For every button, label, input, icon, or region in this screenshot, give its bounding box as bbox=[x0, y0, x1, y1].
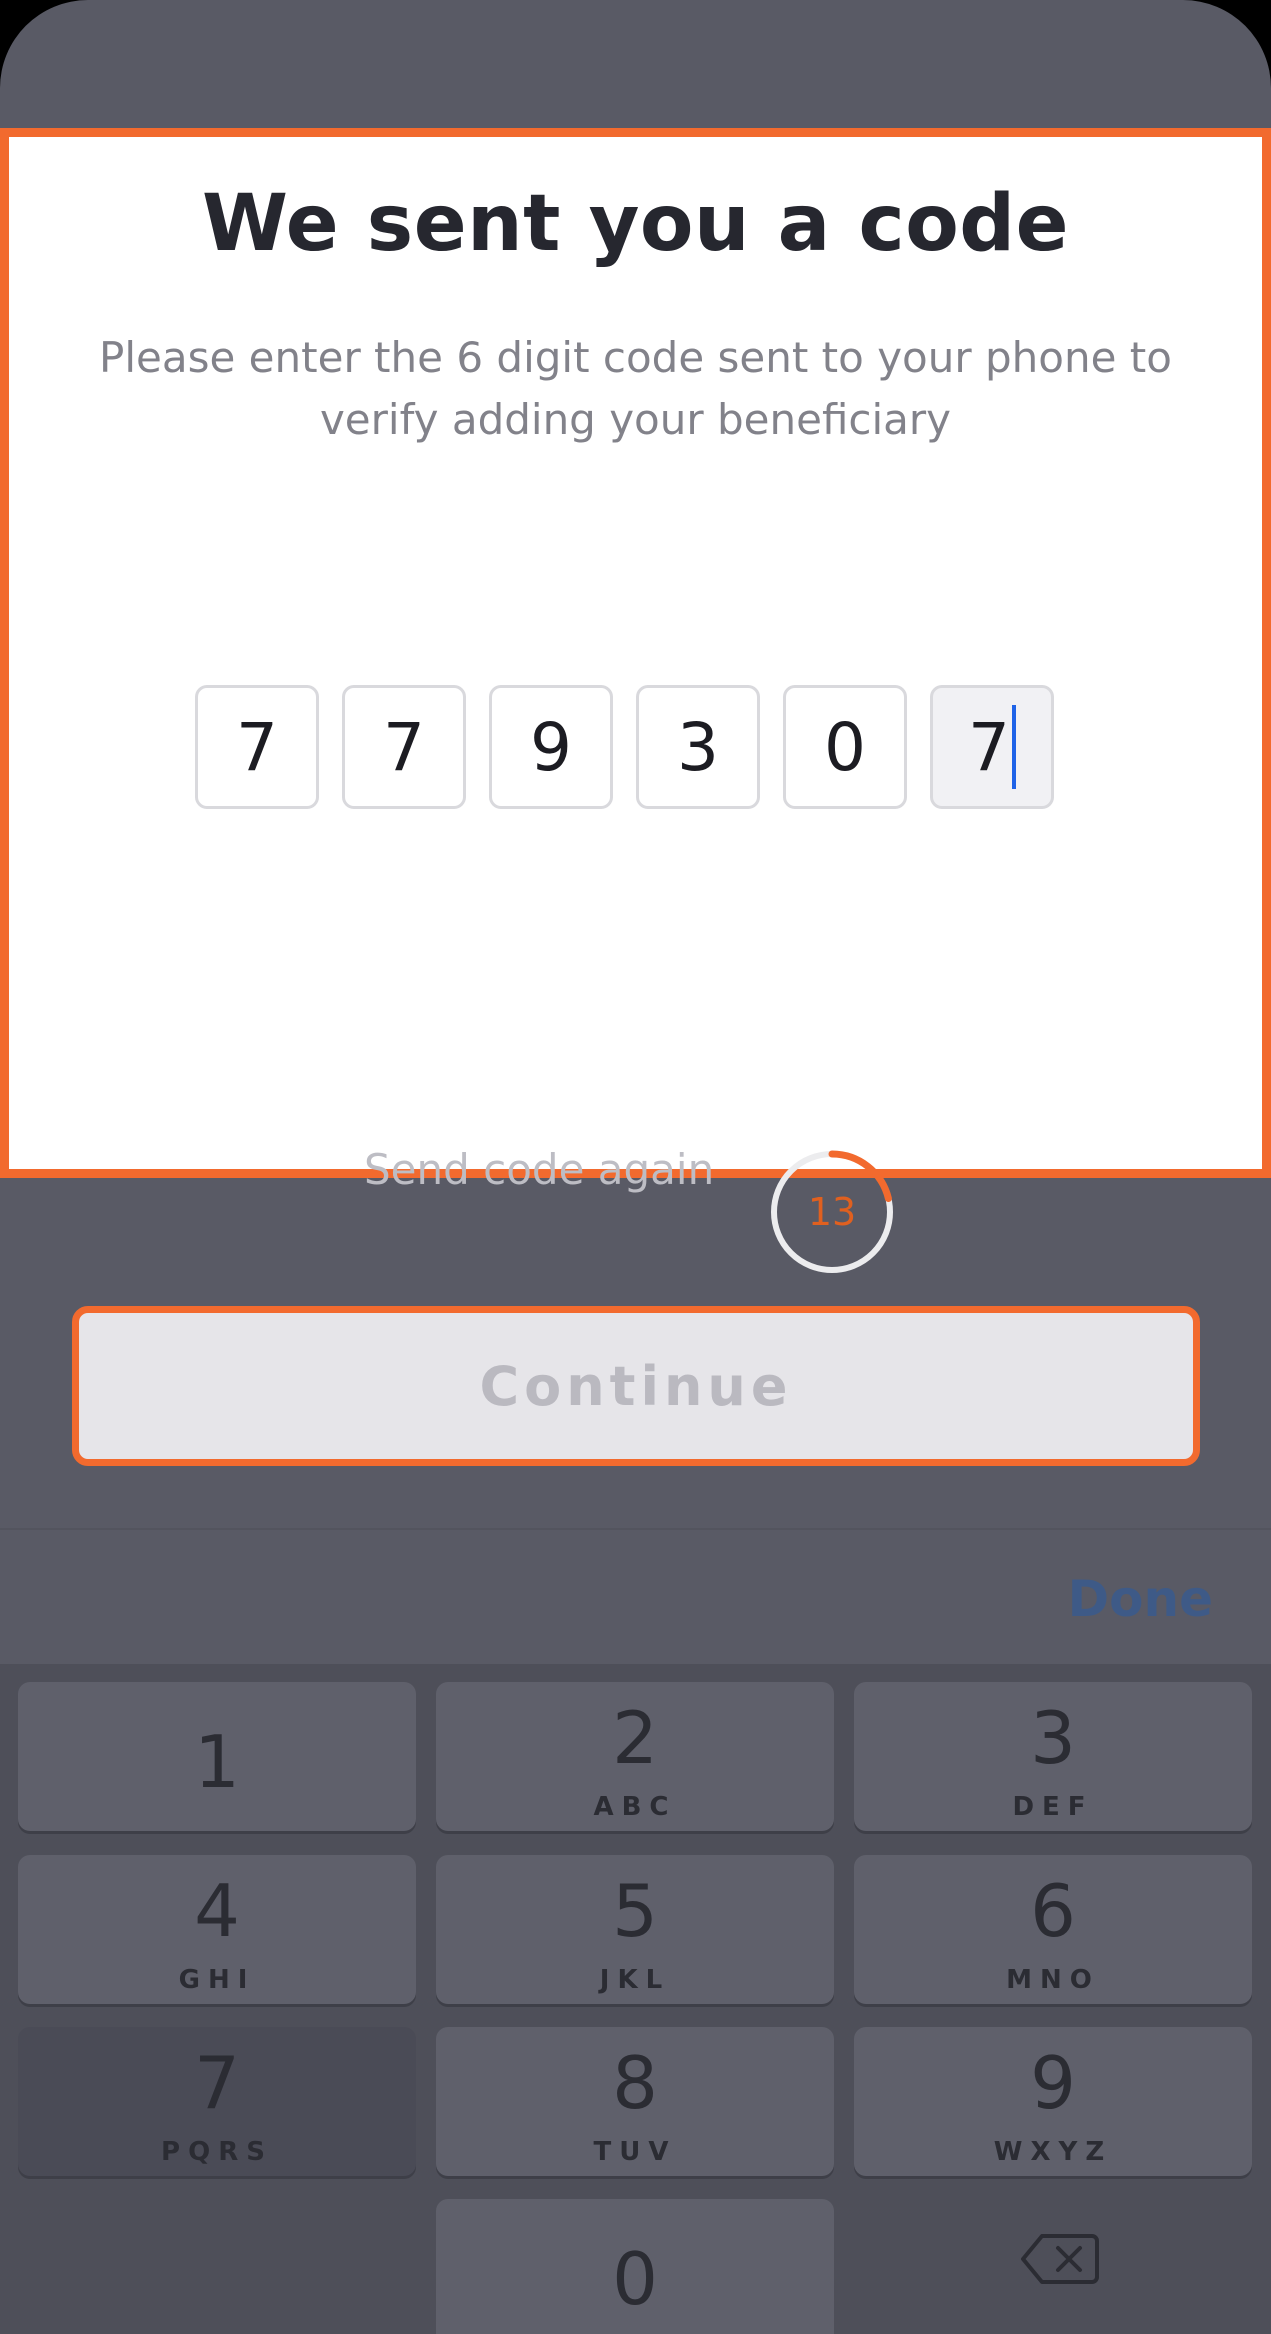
key-digit: 4 bbox=[194, 1869, 240, 1953]
key-letters: TUV bbox=[593, 2137, 677, 2167]
key-digit: 9 bbox=[1030, 2041, 1076, 2125]
key-digit: 5 bbox=[612, 1869, 658, 1953]
code-digit-4[interactable]: 3 bbox=[636, 685, 760, 809]
key-digit: 8 bbox=[612, 2041, 658, 2125]
key-letters: JKL bbox=[599, 1965, 671, 1995]
key-digit: 6 bbox=[1030, 1869, 1076, 1953]
key-letters: MNO bbox=[1006, 1965, 1100, 1995]
page-title: We sent you a code bbox=[201, 179, 1070, 269]
code-digit-value: 9 bbox=[530, 708, 572, 786]
key-0[interactable]: 0 bbox=[436, 2199, 834, 2334]
key-letters: WXYZ bbox=[993, 2137, 1113, 2167]
key-digit: 0 bbox=[612, 2237, 658, 2321]
key-digit: 2 bbox=[612, 1696, 658, 1780]
key-3[interactable]: 3 DEF bbox=[854, 1682, 1252, 1831]
key-1[interactable]: 1 bbox=[18, 1682, 416, 1831]
text-caret bbox=[1012, 705, 1016, 789]
key-4[interactable]: 4 GHI bbox=[18, 1855, 416, 2004]
countdown-timer: 13 bbox=[767, 1147, 897, 1277]
key-5[interactable]: 5 JKL bbox=[436, 1855, 834, 2004]
code-digit-1[interactable]: 7 bbox=[195, 685, 319, 809]
send-code-again-link[interactable]: Send code again bbox=[364, 1145, 714, 1194]
keyboard-accessory-bar: Done bbox=[0, 1528, 1271, 1666]
code-digit-value: 7 bbox=[968, 708, 1010, 786]
key-9[interactable]: 9 WXYZ bbox=[854, 2027, 1252, 2176]
key-8[interactable]: 8 TUV bbox=[436, 2027, 834, 2176]
key-digit: 3 bbox=[1030, 1696, 1076, 1780]
code-digit-2[interactable]: 7 bbox=[342, 685, 466, 809]
code-digit-3[interactable]: 9 bbox=[489, 685, 613, 809]
key-letters: PQRS bbox=[161, 2137, 273, 2167]
key-letters: ABC bbox=[593, 1792, 677, 1822]
screen: We sent you a code Please enter the 6 di… bbox=[0, 0, 1271, 2334]
verification-card: We sent you a code Please enter the 6 di… bbox=[0, 128, 1271, 1273]
key-6[interactable]: 6 MNO bbox=[854, 1855, 1252, 2004]
code-digit-value: 7 bbox=[383, 708, 425, 786]
code-digit-6[interactable]: 7 bbox=[930, 685, 1054, 809]
code-digit-value: 7 bbox=[236, 708, 278, 786]
code-digit-value: 0 bbox=[824, 708, 866, 786]
key-digit: 1 bbox=[194, 1720, 240, 1804]
key-digit: 7 bbox=[194, 2041, 240, 2125]
key-letters: GHI bbox=[178, 1965, 256, 1995]
countdown-seconds: 13 bbox=[807, 1190, 857, 1234]
instruction-text: Please enter the 6 digit code sent to yo… bbox=[99, 333, 1172, 444]
code-digit-value: 3 bbox=[677, 708, 719, 786]
key-letters: DEF bbox=[1012, 1792, 1094, 1822]
backspace-icon[interactable] bbox=[1020, 2232, 1100, 2286]
key-2[interactable]: 2 ABC bbox=[436, 1682, 834, 1831]
key-7[interactable]: 7 PQRS bbox=[18, 2027, 416, 2176]
continue-button[interactable]: Continue bbox=[72, 1306, 1200, 1466]
code-digit-5[interactable]: 0 bbox=[783, 685, 907, 809]
done-button[interactable]: Done bbox=[1068, 1570, 1213, 1628]
